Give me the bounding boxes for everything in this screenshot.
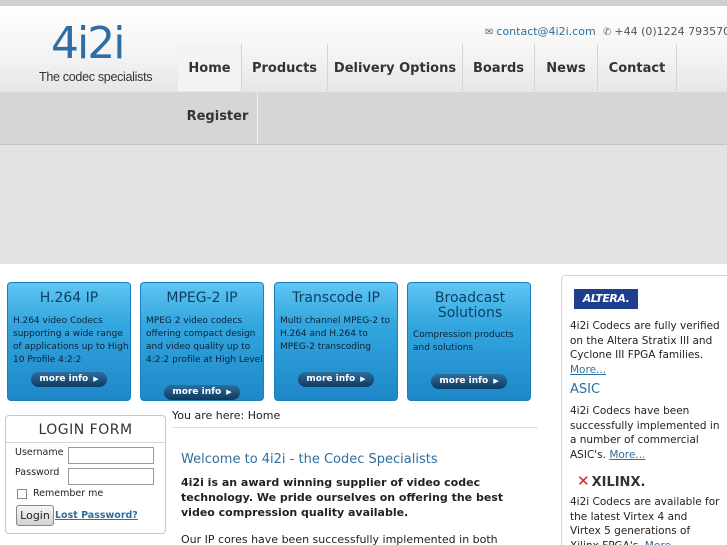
envelope-icon: ✉ bbox=[485, 27, 494, 38]
asic-text: 4i2i Codecs have been successfully imple… bbox=[570, 404, 720, 462]
contact-email[interactable]: ✉ contact@4i2i.com bbox=[485, 25, 596, 38]
altera-more-link[interactable]: More... bbox=[570, 364, 606, 376]
more-info-button[interactable]: more info ▶ bbox=[31, 372, 107, 387]
arrow-right-icon: ▶ bbox=[493, 377, 499, 385]
product-desc: Multi channel MPEG-2 to H.264 and H.264 … bbox=[280, 316, 391, 352]
site-logo[interactable]: 4i2i The codec specialists bbox=[38, 20, 158, 88]
product-box-mpeg2[interactable]: MPEG-2 IP MPEG 2 video codecs offering c… bbox=[140, 282, 264, 401]
product-title: Transcode IP bbox=[292, 290, 380, 306]
remember-label: Remember me bbox=[33, 488, 104, 499]
contact-phone: ✆ +44 (0)1224 793570 bbox=[603, 25, 727, 38]
login-button[interactable]: Login bbox=[16, 505, 54, 526]
logo-tagline: The codec specialists bbox=[39, 70, 153, 84]
phone-text: +44 (0)1224 793570 bbox=[614, 25, 727, 38]
password-label: Password bbox=[15, 467, 60, 478]
logo-mark: 4i2i bbox=[51, 18, 125, 69]
product-title: H.264 IP bbox=[39, 290, 99, 306]
arrow-right-icon: ▶ bbox=[226, 388, 232, 396]
product-box-broadcast[interactable]: Broadcast Solutions Compression products… bbox=[407, 282, 531, 401]
login-title: LOGIN FORM bbox=[38, 422, 133, 438]
login-form: LOGIN FORM Username Password Remember me… bbox=[5, 415, 166, 534]
xilinx-desc: 4i2i Codecs are available for the latest… bbox=[570, 496, 720, 545]
banner-area bbox=[0, 145, 727, 264]
altera-logo[interactable]: ALTERA. bbox=[574, 289, 638, 309]
nav-boards[interactable]: Boards bbox=[463, 44, 535, 91]
more-info-button[interactable]: more info ▶ bbox=[298, 372, 374, 387]
product-title: MPEG-2 IP bbox=[166, 290, 238, 306]
more-info-label: more info bbox=[439, 376, 489, 386]
product-desc: MPEG 2 video codecs offering compact des… bbox=[146, 316, 263, 365]
arrow-right-icon: ▶ bbox=[360, 375, 366, 383]
more-info-label: more info bbox=[39, 374, 89, 384]
product-title: Broadcast Solutions bbox=[434, 290, 506, 321]
altera-text: 4i2i Codecs are fully verified on the Al… bbox=[570, 319, 720, 377]
body-text: Our IP cores have been successfully impl… bbox=[181, 533, 498, 545]
altera-desc: 4i2i Codecs are fully verified on the Al… bbox=[570, 320, 720, 361]
password-input[interactable] bbox=[68, 468, 154, 485]
nav-products[interactable]: Products bbox=[242, 44, 328, 91]
nav-home[interactable]: Home bbox=[178, 44, 242, 91]
xilinx-more-link[interactable]: More... bbox=[645, 540, 681, 545]
product-box-h264[interactable]: H.264 IP H.264 video Codecs supporting a… bbox=[7, 282, 131, 401]
nav-contact[interactable]: Contact bbox=[598, 44, 677, 91]
login-divider bbox=[6, 442, 165, 443]
subnav-bar bbox=[0, 92, 727, 144]
xilinx-text: 4i2i Codecs are available for the latest… bbox=[570, 495, 720, 545]
username-label: Username bbox=[15, 447, 64, 458]
asic-heading: ASIC bbox=[570, 382, 601, 397]
more-info-button[interactable]: more info ▶ bbox=[431, 374, 507, 389]
breadcrumb: You are here: Home bbox=[172, 409, 281, 422]
asic-more-link[interactable]: More... bbox=[609, 449, 645, 461]
xilinx-x-icon: ✕ bbox=[577, 472, 590, 490]
more-info-label: more info bbox=[172, 387, 222, 397]
breadcrumb-divider bbox=[172, 427, 538, 428]
more-info-button[interactable]: more info ▶ bbox=[164, 385, 240, 400]
remember-checkbox[interactable] bbox=[17, 489, 27, 499]
email-text: contact@4i2i.com bbox=[496, 25, 596, 38]
more-info-label: more info bbox=[306, 374, 356, 384]
nav-register[interactable]: Register bbox=[178, 92, 258, 144]
product-desc: H.264 video Codecs supporting a wide ran… bbox=[13, 316, 129, 365]
intro-text: 4i2i is an award winning supplier of vid… bbox=[181, 476, 504, 519]
username-input[interactable] bbox=[68, 447, 154, 464]
nav-news[interactable]: News bbox=[535, 44, 598, 91]
product-desc: Compression products and solutions bbox=[413, 330, 514, 353]
xilinx-logo-text: XILINX. bbox=[591, 475, 646, 490]
nav-delivery-options[interactable]: Delivery Options bbox=[328, 44, 463, 91]
xilinx-logo[interactable]: ✕ XILINX. bbox=[577, 472, 645, 490]
phone-icon: ✆ bbox=[603, 27, 612, 38]
arrow-right-icon: ▶ bbox=[93, 375, 99, 383]
lost-password-link[interactable]: Lost Password? bbox=[55, 510, 138, 521]
page-title: Welcome to 4i2i - the Codec Specialists bbox=[181, 452, 438, 467]
product-box-transcode[interactable]: Transcode IP Multi channel MPEG-2 to H.2… bbox=[274, 282, 398, 401]
